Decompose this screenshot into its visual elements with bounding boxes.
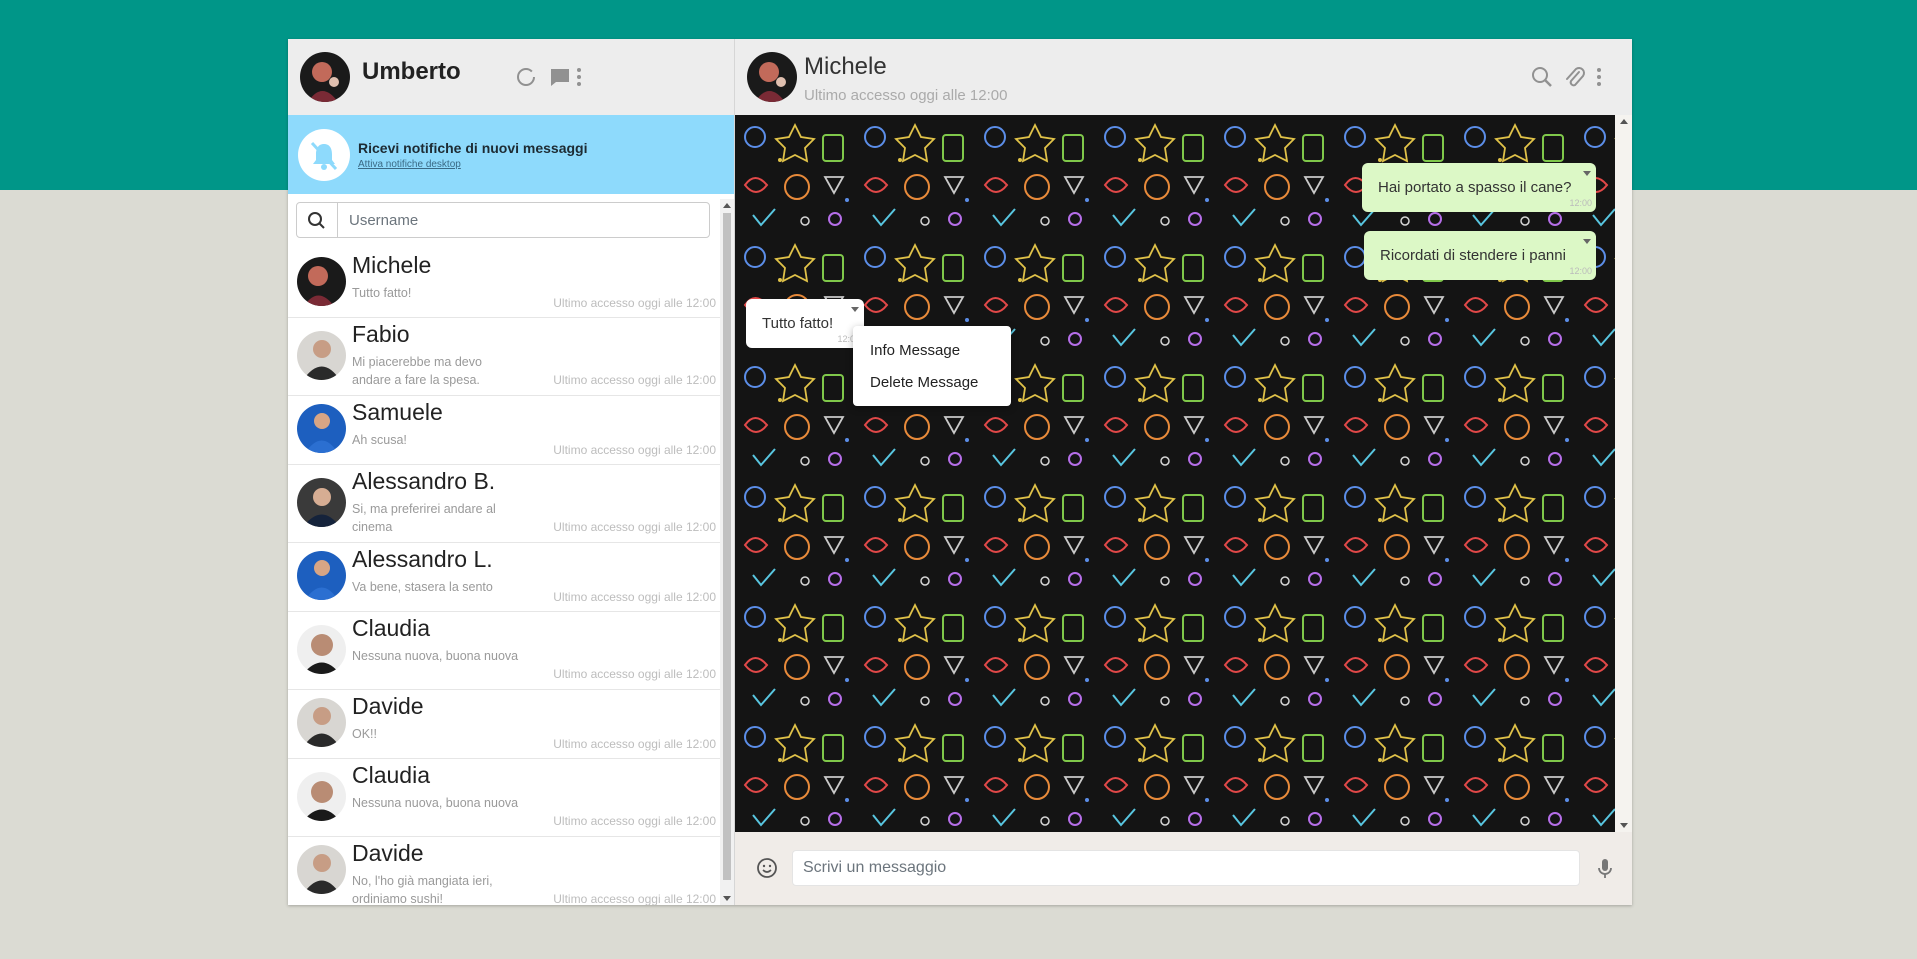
scroll-down-icon[interactable] <box>723 896 731 901</box>
contact-avatar <box>297 772 346 821</box>
contact-name: Davide <box>352 840 424 866</box>
search-icon[interactable] <box>297 203 338 237</box>
contact-last-seen: Ultimo accesso oggi alle 12:00 <box>553 892 716 905</box>
contact-item[interactable]: Samuele Ah scusa! Ultimo accesso oggi al… <box>288 396 720 465</box>
chevron-down-icon[interactable] <box>851 307 859 312</box>
contact-last-seen: Ultimo accesso oggi alle 12:00 <box>553 520 716 534</box>
message-text: Tutto fatto! <box>762 315 834 332</box>
contact-avatar <box>297 698 346 747</box>
contact-avatar <box>297 331 346 380</box>
contact-last-message: Nessuna nuova, buona nuova <box>352 649 519 663</box>
contact-item[interactable]: Davide No, l'ho già mangiata ieri, ordin… <box>288 837 720 905</box>
contact-last-seen: Ultimo accesso oggi alle 12:00 <box>553 373 716 387</box>
search-input[interactable] <box>339 204 699 236</box>
message-bubble-sent[interactable]: Hai portato a spasso il cane? 12:00 <box>1362 163 1596 212</box>
chat-header: Michele Ultimo accesso oggi alle 12:00 <box>735 39 1632 115</box>
contact-list-scrollbar[interactable] <box>720 199 734 905</box>
chevron-down-icon[interactable] <box>1583 239 1591 244</box>
chat-contact-name: Michele <box>804 53 887 80</box>
message-bubble-sent[interactable]: Ricordati di stendere i panni 12:00 <box>1364 231 1596 280</box>
message-time: 12:00 <box>1569 266 1592 276</box>
emoji-icon[interactable] <box>756 857 778 879</box>
contact-last-message: Tutto fatto! <box>352 286 412 300</box>
contact-avatar <box>297 404 346 453</box>
chat-scrollbar[interactable] <box>1615 115 1632 832</box>
chat-avatar[interactable] <box>747 52 797 102</box>
message-context-menu: Info Message Delete Message <box>853 326 1011 406</box>
scroll-up-icon[interactable] <box>723 203 731 208</box>
contact-name: Fabio <box>352 321 410 347</box>
contact-item[interactable]: Alessandro B. Si, ma preferirei andare a… <box>288 465 720 543</box>
contact-last-seen: Ultimo accesso oggi alle 12:00 <box>553 443 716 457</box>
my-name: Umberto <box>362 58 461 85</box>
contact-item[interactable]: Claudia Nessuna nuova, buona nuova Ultim… <box>288 612 720 690</box>
status-icon[interactable] <box>513 64 539 90</box>
whatsapp-app: Umberto Ricevi notifiche di nuovi messag… <box>288 39 1632 905</box>
bell-off-icon <box>298 129 350 181</box>
contact-last-seen: Ultimo accesso oggi alle 12:00 <box>553 296 716 310</box>
contact-last-seen: Ultimo accesso oggi alle 12:00 <box>553 737 716 751</box>
contact-last-seen: Ultimo accesso oggi alle 12:00 <box>553 814 716 828</box>
search-icon[interactable] <box>1529 64 1555 90</box>
contact-item[interactable]: Claudia Nessuna nuova, buona nuova Ultim… <box>288 759 720 837</box>
chat-panel: Michele Ultimo accesso oggi alle 12:00 H… <box>735 39 1632 905</box>
contact-name: Claudia <box>352 762 430 788</box>
scroll-down-icon[interactable] <box>1620 823 1628 828</box>
my-avatar[interactable] <box>300 52 350 102</box>
contact-avatar <box>297 478 346 527</box>
contact-name: Claudia <box>352 615 430 641</box>
contact-item[interactable]: Michele Tutto fatto! Ultimo accesso oggi… <box>288 249 720 318</box>
chevron-down-icon[interactable] <box>1583 171 1591 176</box>
message-text: Hai portato a spasso il cane? <box>1378 179 1572 196</box>
contact-last-message: Nessuna nuova, buona nuova <box>352 796 519 810</box>
chat-messages-area[interactable]: Hai portato a spasso il cane? 12:00 Rico… <box>735 115 1615 832</box>
contact-last-message: OK!! <box>352 727 378 741</box>
contact-avatar <box>297 625 346 674</box>
message-time: 12:00 <box>1569 198 1592 208</box>
contact-last-message: Ah scusa! <box>352 433 407 447</box>
contact-name: Davide <box>352 693 424 719</box>
notification-title: Ricevi notifiche di nuovi messaggi <box>358 140 588 156</box>
contact-last-message: Mi piacerebbe ma devo andare a fare la s… <box>352 355 482 387</box>
contact-avatar <box>297 551 346 600</box>
contact-name: Alessandro B. <box>352 468 496 494</box>
sidebar-header: Umberto <box>288 39 734 115</box>
contact-last-message: Va bene, stasera la sento <box>352 580 493 594</box>
scrollbar-thumb[interactable] <box>723 213 731 880</box>
delete-message-option[interactable]: Delete Message <box>870 374 978 391</box>
paperclip-icon[interactable] <box>1561 64 1587 90</box>
menu-icon[interactable] <box>1593 64 1605 90</box>
contact-last-seen: Ultimo accesso oggi alle 12:00 <box>553 667 716 681</box>
contact-last-message: No, l'ho già mangiata ieri, ordiniamo su… <box>352 874 493 905</box>
mic-icon[interactable] <box>1597 857 1613 881</box>
contact-avatar <box>297 257 346 306</box>
contact-last-seen: Ultimo accesso oggi alle 12:00 <box>553 590 716 604</box>
contact-item[interactable]: Fabio Mi piacerebbe ma devo andare a far… <box>288 318 720 396</box>
contact-item[interactable]: Davide OK!! Ultimo accesso oggi alle 12:… <box>288 690 720 759</box>
contact-name: Samuele <box>352 399 443 425</box>
scroll-up-icon[interactable] <box>1620 119 1628 124</box>
message-bubble-received[interactable]: Tutto fatto! 12:00 <box>746 299 864 348</box>
chat-footer <box>735 832 1632 905</box>
message-text: Ricordati di stendere i panni <box>1380 247 1566 264</box>
contact-item[interactable]: Alessandro L. Va bene, stasera la sento … <box>288 543 720 612</box>
menu-icon[interactable] <box>573 64 585 90</box>
search-box <box>296 202 710 238</box>
sidebar: Umberto Ricevi notifiche di nuovi messag… <box>288 39 735 905</box>
info-message-option[interactable]: Info Message <box>870 342 960 359</box>
enable-notifications-link[interactable]: Attiva notifiche desktop <box>358 159 461 170</box>
contact-name: Alessandro L. <box>352 546 493 572</box>
contact-list: Michele Tutto fatto! Ultimo accesso oggi… <box>288 249 720 905</box>
doodle-wallpaper <box>735 115 1615 832</box>
contact-name: Michele <box>352 252 432 278</box>
chat-contact-status: Ultimo accesso oggi alle 12:00 <box>804 87 1008 104</box>
notification-banner[interactable]: Ricevi notifiche di nuovi messaggi Attiv… <box>288 115 734 194</box>
chat-icon[interactable] <box>547 64 573 90</box>
contact-avatar <box>297 845 346 894</box>
message-input[interactable] <box>792 850 1580 886</box>
contact-last-message: Si, ma preferirei andare al cinema <box>352 502 496 534</box>
